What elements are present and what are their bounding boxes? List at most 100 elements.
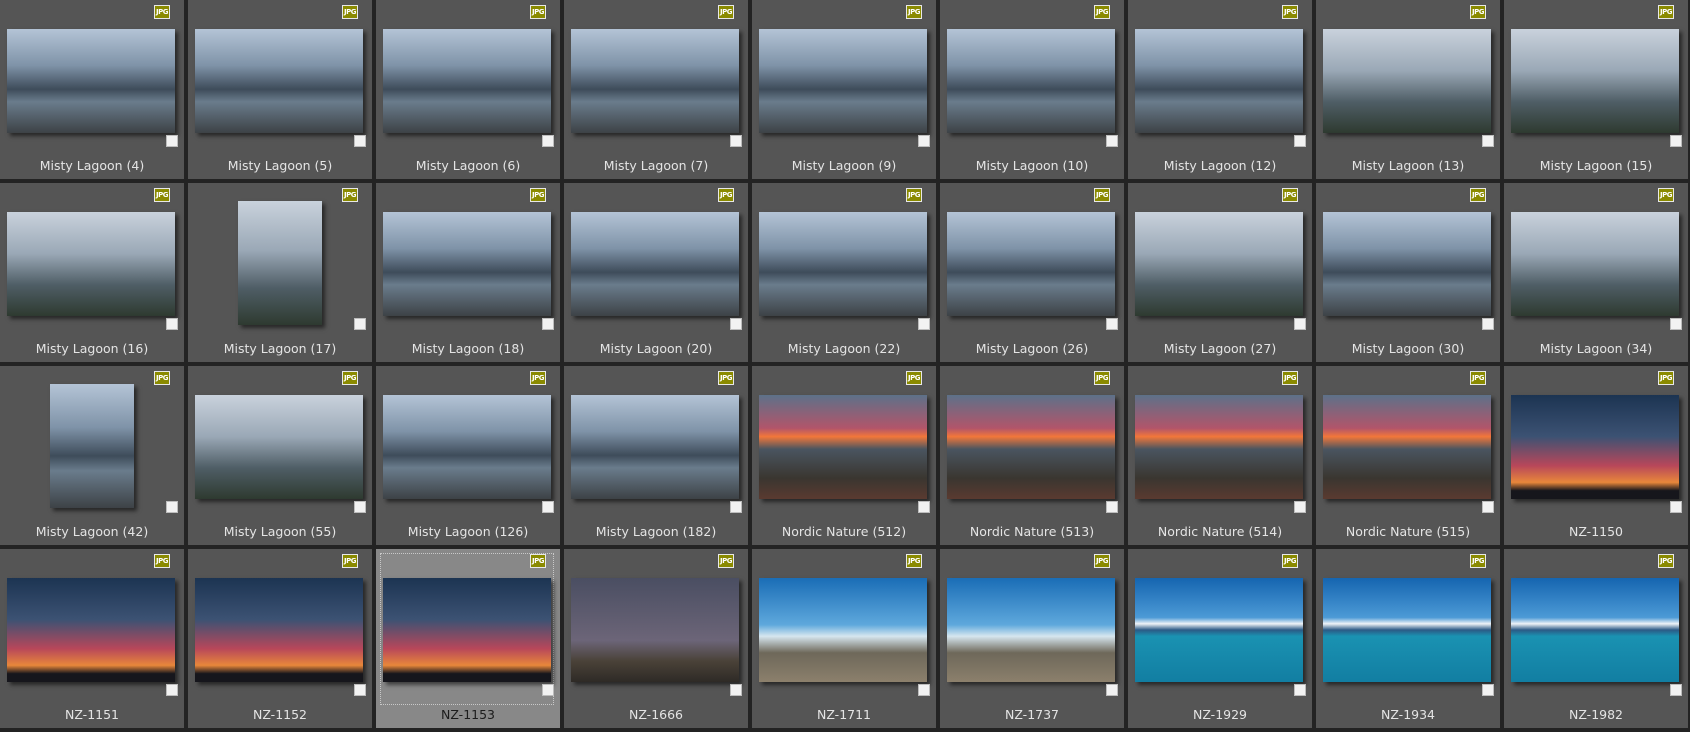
thumbnail-item[interactable]: JPG Misty Lagoon (15) xyxy=(1504,0,1688,179)
thumbnail-image[interactable] xyxy=(383,578,551,682)
select-checkbox[interactable] xyxy=(542,318,554,330)
select-checkbox[interactable] xyxy=(730,318,742,330)
thumbnail-item[interactable]: JPG Misty Lagoon (6) xyxy=(376,0,560,179)
thumbnail-image[interactable] xyxy=(759,29,927,133)
select-checkbox[interactable] xyxy=(1482,684,1494,696)
thumbnail-image[interactable] xyxy=(759,395,927,499)
thumbnail-image[interactable] xyxy=(7,29,175,133)
thumbnail-item[interactable]: JPG Nordic Nature (514) xyxy=(1128,366,1312,545)
thumbnail-image[interactable] xyxy=(7,212,175,316)
select-checkbox[interactable] xyxy=(1294,135,1306,147)
thumbnail-item[interactable]: JPG Misty Lagoon (18) xyxy=(376,183,560,362)
thumbnail-item[interactable]: JPG NZ-1150 xyxy=(1504,366,1688,545)
thumbnail-item[interactable]: JPG NZ-1666 xyxy=(564,549,748,728)
select-checkbox[interactable] xyxy=(1294,501,1306,513)
thumbnail-item[interactable]: JPG Misty Lagoon (20) xyxy=(564,183,748,362)
select-checkbox[interactable] xyxy=(542,501,554,513)
thumbnail-item[interactable]: JPG NZ-1153 xyxy=(376,549,560,728)
thumbnail-image[interactable] xyxy=(947,578,1115,682)
select-checkbox[interactable] xyxy=(1294,318,1306,330)
thumbnail-item[interactable]: JPG Nordic Nature (512) xyxy=(752,366,936,545)
thumbnail-item[interactable]: JPG Misty Lagoon (10) xyxy=(940,0,1124,179)
select-checkbox[interactable] xyxy=(1106,501,1118,513)
select-checkbox[interactable] xyxy=(1106,684,1118,696)
thumbnail-image[interactable] xyxy=(383,212,551,316)
select-checkbox[interactable] xyxy=(166,135,178,147)
select-checkbox[interactable] xyxy=(354,135,366,147)
thumbnail-image[interactable] xyxy=(1135,212,1303,316)
thumbnail-item[interactable]: JPG Misty Lagoon (26) xyxy=(940,183,1124,362)
select-checkbox[interactable] xyxy=(1482,501,1494,513)
thumbnail-image[interactable] xyxy=(383,395,551,499)
thumbnail-item[interactable]: JPG Misty Lagoon (17) xyxy=(188,183,372,362)
thumbnail-item[interactable]: JPG Misty Lagoon (12) xyxy=(1128,0,1312,179)
thumbnail-image[interactable] xyxy=(195,395,363,499)
select-checkbox[interactable] xyxy=(1670,318,1682,330)
thumbnail-image[interactable] xyxy=(1323,578,1491,682)
select-checkbox[interactable] xyxy=(166,684,178,696)
thumbnail-item[interactable]: JPG Misty Lagoon (16) xyxy=(0,183,184,362)
thumbnail-image[interactable] xyxy=(571,395,739,499)
select-checkbox[interactable] xyxy=(918,501,930,513)
thumbnail-image[interactable] xyxy=(238,201,322,325)
select-checkbox[interactable] xyxy=(1482,135,1494,147)
select-checkbox[interactable] xyxy=(166,501,178,513)
thumbnail-item[interactable]: JPG Misty Lagoon (34) xyxy=(1504,183,1688,362)
thumbnail-image[interactable] xyxy=(50,384,134,508)
thumbnail-image[interactable] xyxy=(1511,395,1679,499)
thumbnail-item[interactable]: JPG NZ-1929 xyxy=(1128,549,1312,728)
thumbnail-image[interactable] xyxy=(947,395,1115,499)
select-checkbox[interactable] xyxy=(354,318,366,330)
thumbnail-image[interactable] xyxy=(759,212,927,316)
thumbnail-item[interactable]: JPG Misty Lagoon (182) xyxy=(564,366,748,545)
thumbnail-image[interactable] xyxy=(571,212,739,316)
thumbnail-image[interactable] xyxy=(571,29,739,133)
thumbnail-item[interactable]: JPG Misty Lagoon (22) xyxy=(752,183,936,362)
thumbnail-image[interactable] xyxy=(1135,29,1303,133)
select-checkbox[interactable] xyxy=(166,318,178,330)
select-checkbox[interactable] xyxy=(918,135,930,147)
select-checkbox[interactable] xyxy=(918,318,930,330)
select-checkbox[interactable] xyxy=(730,135,742,147)
thumbnail-item[interactable]: JPG NZ-1711 xyxy=(752,549,936,728)
thumbnail-item[interactable]: JPG Misty Lagoon (27) xyxy=(1128,183,1312,362)
select-checkbox[interactable] xyxy=(730,684,742,696)
select-checkbox[interactable] xyxy=(1106,318,1118,330)
thumbnail-item[interactable]: JPG Misty Lagoon (7) xyxy=(564,0,748,179)
select-checkbox[interactable] xyxy=(1670,684,1682,696)
thumbnail-item[interactable]: JPG Misty Lagoon (30) xyxy=(1316,183,1500,362)
thumbnail-item[interactable]: JPG NZ-1934 xyxy=(1316,549,1500,728)
thumbnail-item[interactable]: JPG Misty Lagoon (42) xyxy=(0,366,184,545)
select-checkbox[interactable] xyxy=(1670,501,1682,513)
thumbnail-item[interactable]: JPG NZ-1152 xyxy=(188,549,372,728)
select-checkbox[interactable] xyxy=(1294,684,1306,696)
thumbnail-image[interactable] xyxy=(1323,212,1491,316)
thumbnail-item[interactable]: JPG Nordic Nature (513) xyxy=(940,366,1124,545)
thumbnail-image[interactable] xyxy=(1323,395,1491,499)
thumbnail-item[interactable]: JPG Nordic Nature (515) xyxy=(1316,366,1500,545)
thumbnail-item[interactable]: JPG Misty Lagoon (55) xyxy=(188,366,372,545)
thumbnail-image[interactable] xyxy=(947,29,1115,133)
select-checkbox[interactable] xyxy=(542,135,554,147)
thumbnail-image[interactable] xyxy=(1511,212,1679,316)
select-checkbox[interactable] xyxy=(1670,135,1682,147)
thumbnail-image[interactable] xyxy=(571,578,739,682)
thumbnail-image[interactable] xyxy=(383,29,551,133)
thumbnail-item[interactable]: JPG NZ-1737 xyxy=(940,549,1124,728)
thumbnail-image[interactable] xyxy=(1511,578,1679,682)
thumbnail-item[interactable]: JPG Misty Lagoon (13) xyxy=(1316,0,1500,179)
thumbnail-image[interactable] xyxy=(1135,578,1303,682)
thumbnail-image[interactable] xyxy=(195,578,363,682)
thumbnail-image[interactable] xyxy=(1511,29,1679,133)
thumbnail-image[interactable] xyxy=(759,578,927,682)
thumbnail-item[interactable]: JPG Misty Lagoon (4) xyxy=(0,0,184,179)
thumbnail-item[interactable]: JPG NZ-1982 xyxy=(1504,549,1688,728)
select-checkbox[interactable] xyxy=(730,501,742,513)
select-checkbox[interactable] xyxy=(1106,135,1118,147)
thumbnail-image[interactable] xyxy=(1135,395,1303,499)
thumbnail-image[interactable] xyxy=(195,29,363,133)
thumbnail-image[interactable] xyxy=(7,578,175,682)
thumbnail-image[interactable] xyxy=(947,212,1115,316)
thumbnail-item[interactable]: JPG Misty Lagoon (9) xyxy=(752,0,936,179)
select-checkbox[interactable] xyxy=(918,684,930,696)
